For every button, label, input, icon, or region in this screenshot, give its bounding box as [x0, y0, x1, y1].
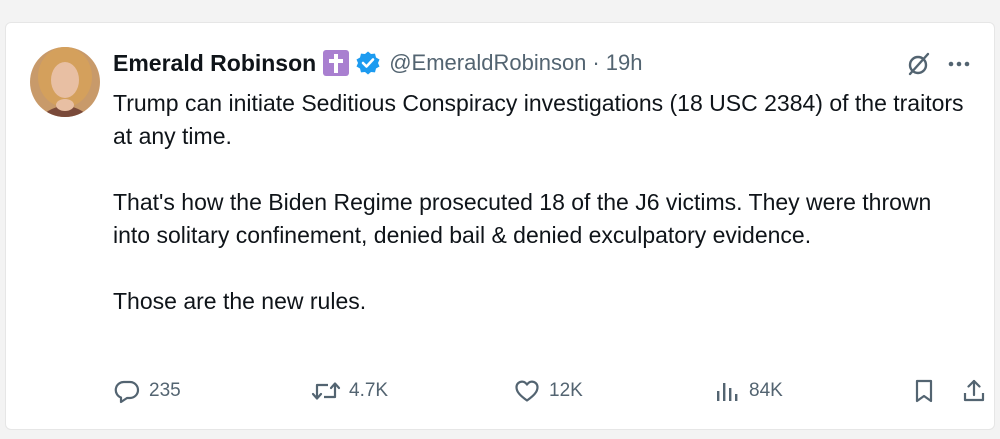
post-time[interactable]: 19h	[606, 50, 643, 76]
tweet-text: Trump can initiate Seditious Conspiracy …	[113, 87, 973, 318]
view-count: 84K	[749, 380, 783, 401]
author-handle[interactable]: @EmeraldRobinson	[389, 50, 586, 76]
avatar[interactable]	[30, 47, 100, 117]
tweet-top-actions	[906, 51, 972, 77]
tweet-card[interactable]: Emerald Robinson @EmeraldRobinson · 19h	[5, 22, 995, 430]
tweet-paragraph: Those are the new rules.	[113, 288, 367, 314]
reply-icon	[113, 377, 141, 405]
bookmark-button[interactable]	[911, 373, 937, 409]
tweet-paragraph: That's how the Biden Regime prosecuted 1…	[113, 189, 932, 248]
repost-icon	[311, 377, 341, 405]
more-icon[interactable]	[946, 51, 972, 77]
share-button[interactable]	[961, 373, 987, 409]
tweet-header: Emerald Robinson @EmeraldRobinson · 19h	[113, 45, 642, 81]
like-count: 12K	[549, 380, 583, 401]
verified-badge-icon[interactable]	[355, 50, 381, 76]
heart-icon	[513, 377, 541, 405]
repost-button[interactable]: 4.7K	[311, 373, 388, 409]
meta-separator: ·	[592, 50, 600, 75]
bookmark-icon	[911, 377, 937, 405]
share-icon	[961, 377, 987, 405]
author-name[interactable]: Emerald Robinson	[113, 50, 316, 77]
repost-count: 4.7K	[349, 380, 389, 401]
tweet-actions: 235 4.7K 12K 84K	[113, 373, 993, 409]
tweet-paragraph: Trump can initiate Seditious Conspiracy …	[113, 90, 964, 149]
like-button[interactable]: 12K	[513, 373, 583, 409]
latin-cross-icon	[323, 50, 350, 76]
views-icon	[713, 377, 741, 405]
reply-count: 235	[149, 380, 181, 401]
views-button[interactable]: 84K	[713, 373, 783, 409]
reply-button[interactable]: 235	[113, 373, 181, 409]
grok-icon[interactable]	[906, 51, 932, 77]
